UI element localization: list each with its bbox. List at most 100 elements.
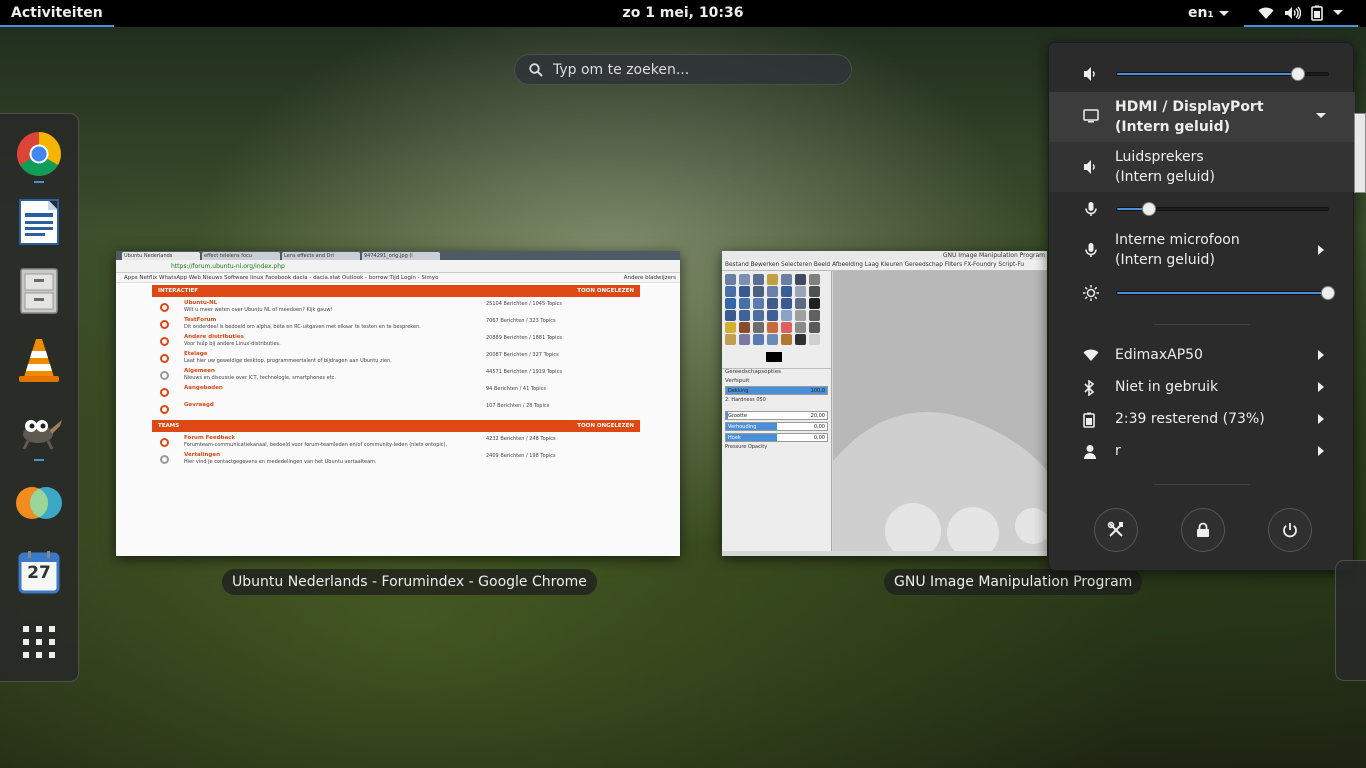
forum-row[interactable]: TestForum Dit onderdeel is bedoeld om alp… xyxy=(152,316,640,333)
wifi-icon xyxy=(1083,349,1099,361)
chevron-down-icon xyxy=(1333,9,1343,15)
tool-options-tab[interactable]: Gereedschapsopties xyxy=(722,368,831,375)
size-slider[interactable]: Grootte 20,00 xyxy=(725,411,828,420)
settings-button[interactable] xyxy=(1094,508,1138,552)
window-caption[interactable]: Ubuntu Nederlands - Forumindex - Google … xyxy=(222,569,597,595)
clock: zo 1 mei, 10:36 xyxy=(0,0,1366,27)
dynamics-selector[interactable]: Pressure Opacity xyxy=(725,444,828,450)
brightness-row xyxy=(1049,278,1355,308)
system-status-area[interactable] xyxy=(1244,0,1358,27)
bluetooth-label: Niet in gebruik xyxy=(1115,379,1219,395)
forum-title[interactable]: Etalage xyxy=(184,351,207,357)
search-entry[interactable]: Typ om te zoeken... xyxy=(514,54,852,85)
aspect-slider[interactable]: Verhouding 0,00 xyxy=(725,422,828,431)
forum-section-header: TEAMS TOON ONGELEZEN xyxy=(152,420,640,432)
calendar-icon[interactable]: 27 xyxy=(14,548,64,598)
forum-title[interactable]: Aangeboden xyxy=(184,385,223,391)
forum-row[interactable]: Etalage Laat hier uw geweldige desktop, p… xyxy=(152,350,640,367)
show-unread-link[interactable]: TOON ONGELEZEN xyxy=(577,420,634,432)
forum-row[interactable]: Ubuntu-NL Wilt u meer weten over Ubuntu N… xyxy=(152,299,640,316)
forum-counts: 7067 Berichten / 323 Topics xyxy=(486,318,556,324)
angle-slider[interactable]: Hoek 0,00 xyxy=(725,433,828,442)
forum-title[interactable]: Algemeen xyxy=(184,368,215,374)
chrome-window-thumbnail[interactable]: Ubuntu Nederlands effect telelens focu L… xyxy=(116,251,680,556)
forum-title[interactable]: Gevraagd xyxy=(184,402,214,408)
brightness-icon xyxy=(1083,285,1099,301)
audio-output-selector[interactable]: HDMI / DisplayPort (Intern geluid) xyxy=(1049,92,1355,142)
forum-row[interactable]: Algemeen Nieuws en discussie over ICT, te… xyxy=(152,367,640,384)
section-title: INTERACTIEF xyxy=(158,288,198,294)
slider-handle[interactable] xyxy=(1141,202,1156,216)
forum-row[interactable]: Gevraagd 107 Berichten / 28 Topics xyxy=(152,401,640,418)
lock-button[interactable] xyxy=(1181,508,1225,552)
forum-section-header: INTERACTIEF TOON ONGELEZEN xyxy=(152,285,640,297)
forum-row[interactable]: Andere distributies Voor hulp bij andere … xyxy=(152,333,640,350)
opacity-slider[interactable]: Dekking 100,0 xyxy=(725,386,828,395)
partial-window-thumbnail[interactable] xyxy=(1354,113,1366,193)
circles-icon[interactable] xyxy=(14,478,64,528)
browser-tab[interactable]: effect telelens focu xyxy=(202,252,280,260)
forum-title[interactable]: Ubuntu-NL xyxy=(184,300,217,306)
brightness-slider[interactable] xyxy=(1116,286,1335,300)
top-bar: Activiteiten zo 1 mei, 10:36 en₁ xyxy=(0,0,1366,27)
chevron-right-icon xyxy=(1318,414,1324,424)
writer-icon[interactable] xyxy=(14,197,64,247)
keyboard-layout-indicator[interactable]: en₁ xyxy=(1188,0,1229,27)
browser-tab[interactable]: Ubuntu Nederlands xyxy=(122,252,200,260)
microphone-slider[interactable] xyxy=(1116,202,1329,216)
menu-bar[interactable]: Bestand Bewerken Selecteren Beeld Afbeel… xyxy=(722,260,1047,271)
workspace-switcher[interactable] xyxy=(1335,560,1366,681)
chevron-down-icon xyxy=(1316,113,1326,118)
user-menu-item[interactable]: r xyxy=(1049,436,1355,468)
forum-row[interactable]: Forum Feedback Forumteam-communicatiekana… xyxy=(152,434,640,451)
forum-counts: 94 Berichten / 41 Topics xyxy=(486,386,547,392)
page-content: INTERACTIEF TOON ONGELEZEN Ubuntu-NL Wilt … xyxy=(116,285,680,556)
forum-title[interactable]: Andere distributies xyxy=(184,334,244,340)
wifi-menu-item[interactable]: EdimaxAP50 xyxy=(1049,340,1355,372)
window-caption[interactable]: GNU Image Manipulation Program xyxy=(884,569,1143,595)
show-unread-link[interactable]: TOON ONGELEZEN xyxy=(577,285,634,297)
user-label: r xyxy=(1115,443,1121,459)
browser-tab[interactable]: 9474291_orig.jpg (i xyxy=(362,252,440,260)
brush-selector[interactable]: 2. Hardness 050 xyxy=(725,397,828,409)
forum-title[interactable]: TestForum xyxy=(184,317,216,323)
toolbox: Gereedschapsopties Verfspuit Dekking 100,… xyxy=(722,271,832,551)
microphone-selector[interactable]: Interne microfoon (Intern geluid) xyxy=(1049,225,1355,275)
forum-title[interactable]: Forum Feedback xyxy=(184,435,235,441)
app-grid-icon[interactable] xyxy=(14,617,64,667)
chrome-icon[interactable] xyxy=(14,129,64,179)
power-button[interactable] xyxy=(1268,508,1312,552)
dash: 27 xyxy=(0,113,79,682)
running-indicator xyxy=(34,459,44,461)
volume-slider[interactable] xyxy=(1116,67,1329,81)
browser-tab[interactable]: Lens effects and Dri xyxy=(282,252,360,260)
file-cabinet-icon[interactable] xyxy=(14,266,64,316)
tool-grid[interactable] xyxy=(722,271,831,348)
battery-menu-item[interactable]: 2:39 resterend (73%) xyxy=(1049,404,1355,436)
audio-output-option[interactable]: Luidsprekers (Intern geluid) xyxy=(1049,142,1355,192)
slider-handle[interactable] xyxy=(1291,67,1306,81)
forum-row[interactable]: Aangeboden 94 Berichten / 41 Topics xyxy=(152,384,640,401)
bookmarks[interactable]: Apps Netflix WhatsApp Web Nieuws Softwar… xyxy=(124,275,438,281)
gimp-icon[interactable] xyxy=(14,404,64,454)
chevron-right-icon xyxy=(1318,245,1324,255)
other-bookmarks[interactable]: Andere bladwijzers xyxy=(624,273,680,282)
forum-counts: 4232 Berichten / 248 Topics xyxy=(486,436,556,442)
forum-counts: 2409 Berichten / 198 Topics xyxy=(486,453,556,459)
vlc-cone-icon[interactable] xyxy=(14,335,64,385)
forum-desc: Wilt u meer weten over Ubuntu NL of meed… xyxy=(184,307,333,313)
foreground-color-swatch[interactable] xyxy=(766,352,782,362)
forum-desc: Forumteam-communicatiekanaal, bedoeld vo… xyxy=(184,442,448,448)
forum-title[interactable]: Vertalingen xyxy=(184,452,220,458)
separator xyxy=(1154,324,1250,325)
forum-row[interactable]: Vertalingen Hier vind je contactgegevens … xyxy=(152,451,640,468)
gimp-window-thumbnail[interactable]: GNU Image Manipulation Program Bestand B… xyxy=(722,251,1047,556)
bluetooth-menu-item[interactable]: Niet in gebruik xyxy=(1049,372,1355,404)
image-canvas[interactable] xyxy=(833,271,1047,556)
slider-handle[interactable] xyxy=(1321,286,1335,300)
dynamics-name: Pressure Opacity xyxy=(725,444,768,450)
clock-label[interactable]: zo 1 mei, 10:36 xyxy=(623,5,744,21)
activities-button[interactable]: Activiteiten xyxy=(0,0,114,27)
battery-label: 2:39 resterend (73%) xyxy=(1115,411,1265,427)
address-bar[interactable]: https://forum.ubuntu-nl.org/index.php xyxy=(116,260,680,273)
